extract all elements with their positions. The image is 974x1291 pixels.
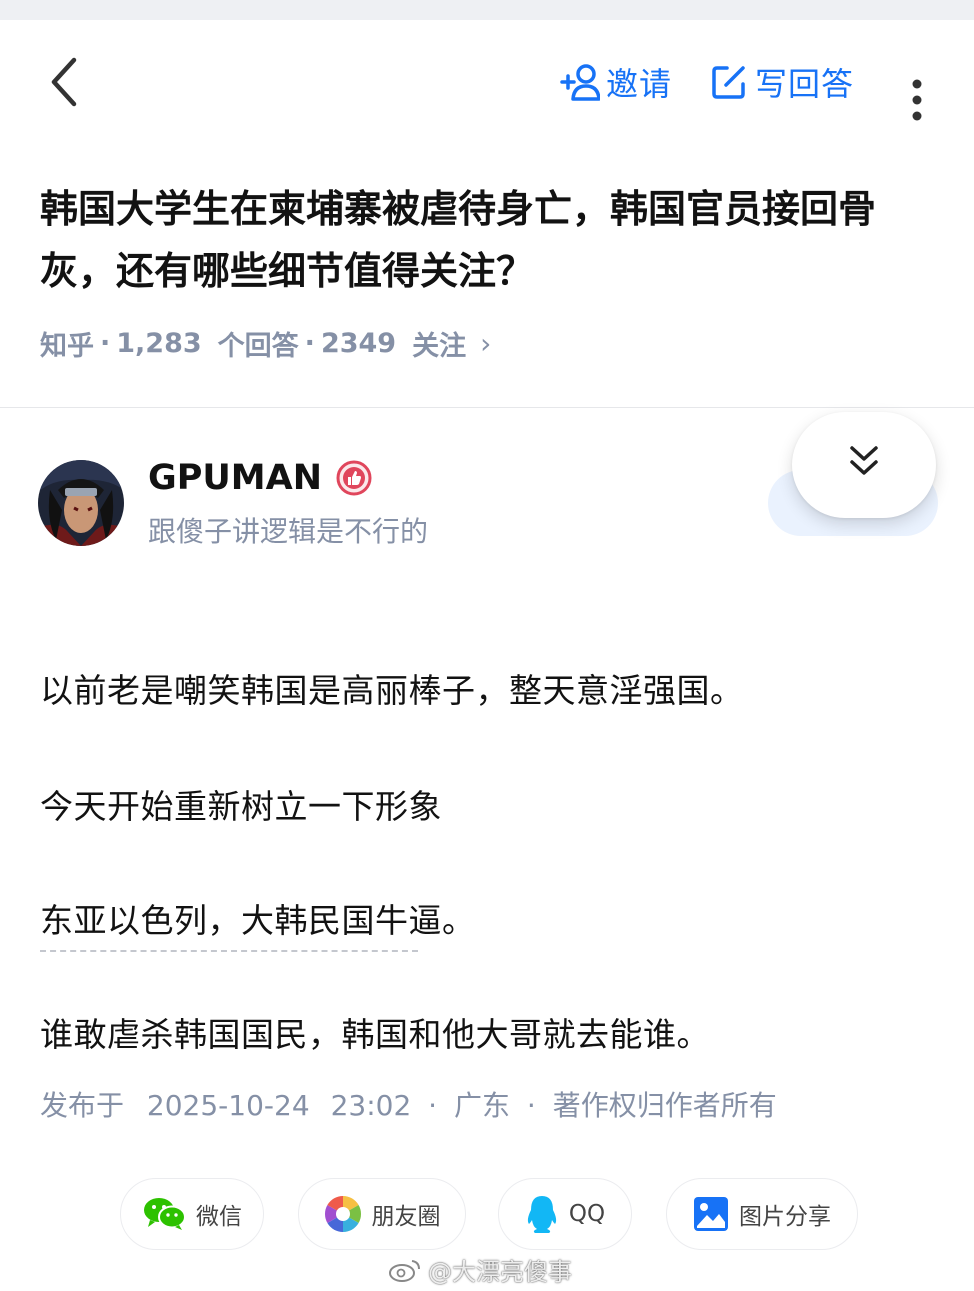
- copyright-notice: 著作权归作者所有: [552, 1089, 777, 1122]
- top-bar: 邀请 写回答: [0, 20, 974, 140]
- qq-penguin-icon: [527, 1196, 557, 1233]
- answer-paragraph: 谁敢虐杀韩国国民，韩国和他大哥就去能谁。: [40, 1015, 710, 1054]
- followers-count: 2349: [320, 328, 397, 359]
- followers-label: 关注: [412, 331, 467, 362]
- wechat-icon: [144, 1198, 186, 1230]
- published-prefix: 发布于: [40, 1089, 125, 1122]
- share-qq-label: QQ: [568, 1201, 606, 1227]
- moments-aperture-icon: [324, 1196, 361, 1232]
- published-date: 2025-10-24: [146, 1089, 310, 1122]
- weibo-icon: [389, 1259, 420, 1282]
- answers-label: 个回答: [217, 331, 299, 362]
- avatar[interactable]: [38, 460, 124, 546]
- image-icon: [694, 1197, 728, 1231]
- back-button[interactable]: [42, 56, 88, 108]
- answer-paragraph: 今天开始重新树立一下形象: [40, 787, 442, 826]
- share-image-label: 图片分享: [739, 1204, 831, 1230]
- double-chevron-down-icon: [850, 446, 878, 475]
- answer-paragraph-linked[interactable]: 东亚以色列，大韩民国牛逼。: [40, 894, 475, 952]
- publish-meta: 发布于 2025-10-24 23:02 · 广东 · 著作权归作者所有: [40, 1089, 777, 1122]
- weibo-watermark: @大漂亮傻事: [388, 1252, 572, 1287]
- share-image-button[interactable]: 图片分享: [666, 1178, 858, 1250]
- section-divider: [0, 407, 974, 408]
- share-wechat-label: 微信: [196, 1204, 242, 1230]
- published-time: 23:02: [330, 1089, 412, 1122]
- share-moments-button[interactable]: 朋友圈: [298, 1178, 466, 1250]
- write-answer-button[interactable]: 写回答: [711, 60, 854, 104]
- add-user-icon: [560, 64, 600, 101]
- author-bio: 跟傻子讲逻辑是不行的: [148, 515, 429, 548]
- more-vertical-icon: [912, 79, 922, 121]
- more-button[interactable]: [902, 78, 932, 126]
- question-title[interactable]: 韩国大学生在柬埔寨被虐待身亡，韩国官员接回骨灰，还有哪些细节值得关注？: [40, 178, 944, 302]
- published-location: 广东: [453, 1089, 510, 1122]
- share-qq-button[interactable]: QQ: [498, 1178, 632, 1250]
- invite-label: 邀请: [606, 65, 673, 103]
- edit-icon: [712, 66, 745, 99]
- watermark-text: @大漂亮傻事: [428, 1258, 572, 1286]
- write-answer-label: 写回答: [755, 65, 855, 103]
- author-name[interactable]: GPUMAN: [148, 458, 372, 498]
- invite-button[interactable]: 邀请: [560, 60, 672, 104]
- question-meta[interactable]: 知乎 · 1,283 个回答 · 2349 关注 ›: [40, 324, 491, 363]
- chevron-right-icon: ›: [480, 327, 492, 360]
- status-bar: [0, 0, 974, 20]
- thumbs-up-badge-icon: [336, 460, 372, 496]
- expand-next-button[interactable]: [792, 412, 936, 518]
- share-moments-label: 朋友圈: [371, 1204, 441, 1230]
- answers-count: 1,283: [116, 328, 202, 359]
- chevron-left-icon: [51, 57, 77, 107]
- share-wechat-button[interactable]: 微信: [120, 1178, 264, 1250]
- author-name-text: GPUMAN: [148, 458, 323, 498]
- question-source: 知乎: [40, 331, 94, 362]
- answer-paragraph: 以前老是嘲笑韩国是高丽棒子，整天意淫强国。: [40, 671, 744, 710]
